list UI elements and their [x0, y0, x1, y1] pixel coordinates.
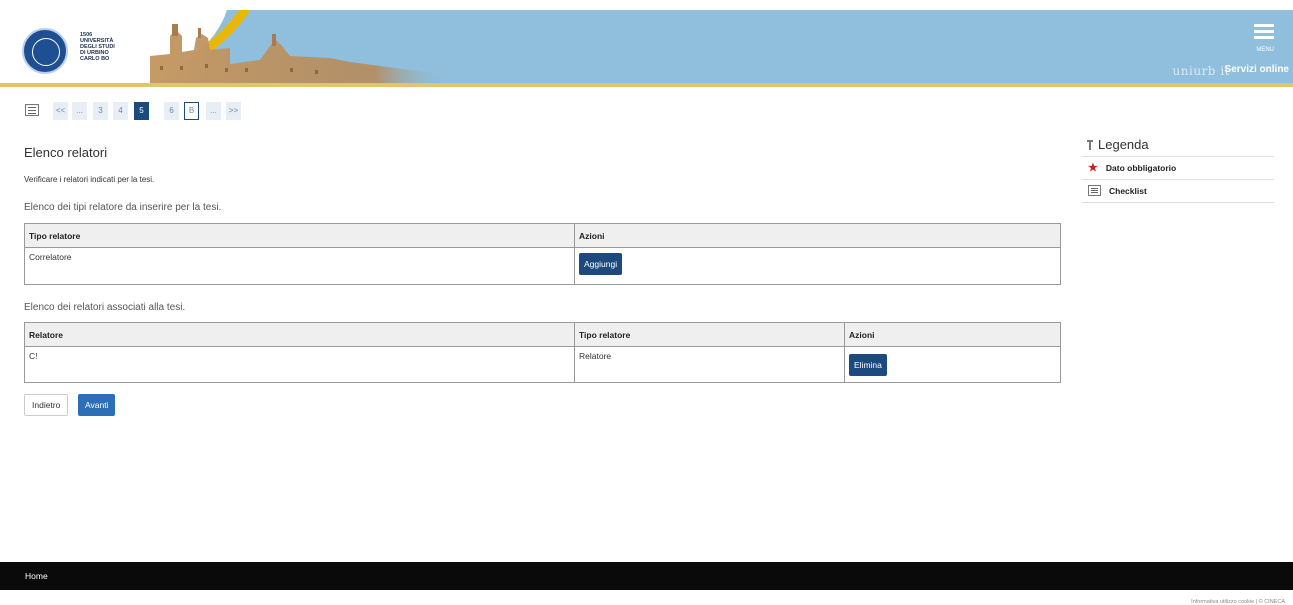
page-first-button[interactable]: << [53, 102, 68, 120]
page-ellipsis[interactable]: ... [72, 102, 87, 120]
page-5-button-active[interactable]: 5 [134, 102, 149, 120]
university-seal-icon[interactable] [22, 28, 68, 74]
page-b-button[interactable]: B [184, 102, 199, 120]
header-divider [0, 83, 1293, 87]
legend-item-checklist[interactable]: Checklist [1082, 180, 1274, 203]
add-relator-button[interactable]: Aggiungi [579, 253, 623, 275]
site-header: 1506 UNIVERSITÀ DEGLI STUDI DI URBINO CA… [0, 10, 1293, 83]
associated-relators-table: Relatore Tipo relatore Azioni C! Relator… [24, 322, 1061, 383]
column-header-relatore: Relatore [24, 322, 575, 347]
university-name: 1506 UNIVERSITÀ DEGLI STUDI DI URBINO CA… [80, 32, 115, 62]
column-header-azioni: Azioni [844, 322, 1061, 347]
instruction-text: Verificare i relatori indicati per la te… [24, 175, 155, 184]
column-header-tipo: Tipo relatore [24, 223, 575, 248]
menu-label[interactable]: MENU [1256, 47, 1274, 53]
page-ellipsis-2[interactable]: ... [206, 102, 221, 120]
page-4-button[interactable]: 4 [113, 102, 128, 120]
legend-title: Legenda [1082, 134, 1274, 157]
back-button[interactable]: Indietro [24, 394, 69, 416]
table-row: C! Relatore Elimina [24, 346, 1061, 383]
palace-skyline-image [150, 24, 450, 83]
relator-types-table: Tipo relatore Azioni Correlatore Aggiung… [24, 223, 1061, 285]
services-online-link[interactable]: Servizi online [1225, 64, 1289, 75]
relatore-cell: C! [24, 346, 575, 383]
required-star-icon: ★ [1088, 162, 1098, 174]
footer-copyright[interactable]: Informativa utilizzo cookie | © CINECA [1191, 599, 1285, 605]
site-footer: Home [0, 562, 1293, 590]
legend-item-required: ★ Dato obbligatorio [1082, 157, 1274, 180]
next-button[interactable]: Avanti [78, 394, 116, 416]
tipo-relatore-cell: Relatore [574, 346, 845, 383]
table-row: Correlatore Aggiungi [24, 247, 1061, 285]
tipo-cell: Correlatore [24, 247, 575, 285]
delete-relator-button[interactable]: Elimina [849, 354, 887, 376]
legend-panel: Legenda ★ Dato obbligatorio Checklist [1082, 134, 1274, 203]
page-title: Elenco relatori [24, 145, 108, 160]
page-6-button[interactable]: 6 [164, 102, 179, 120]
column-header-tipo-relatore: Tipo relatore [574, 322, 845, 347]
brand-logo-text[interactable]: uniurb·it [1173, 64, 1230, 78]
page-3-button[interactable]: 3 [93, 102, 108, 120]
footer-home-link[interactable]: Home [25, 571, 48, 581]
checklist-icon [1088, 185, 1101, 196]
column-header-azioni: Azioni [574, 223, 1061, 248]
types-section-heading: Elenco dei tipi relatore da inserire per… [24, 202, 222, 213]
list-icon[interactable] [25, 104, 39, 116]
page-last-button[interactable]: >> [226, 102, 241, 120]
pushpin-icon [1086, 140, 1094, 150]
menu-hamburger-icon[interactable] [1254, 24, 1274, 42]
associated-section-heading: Elenco dei relatori associati alla tesi. [24, 302, 186, 313]
